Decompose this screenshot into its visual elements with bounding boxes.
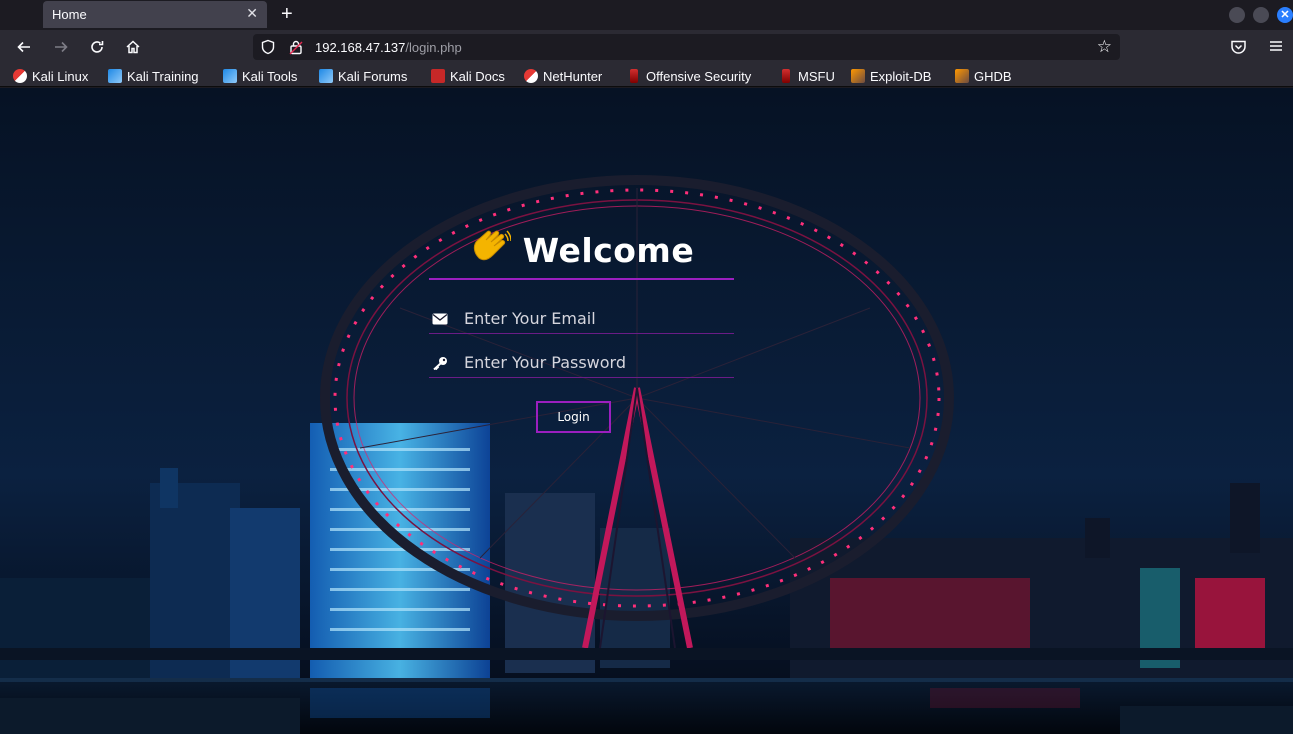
bookmark-msfu[interactable]: MSFU <box>779 67 835 85</box>
tracking-protection-shield-icon[interactable] <box>261 39 275 55</box>
tab-strip: Home ✕ + ✕ <box>0 0 1293 30</box>
url-bar[interactable]: 192.168.47.137/login.php ☆ <box>253 34 1120 60</box>
tab-close-icon[interactable]: ✕ <box>246 5 258 21</box>
bookmark-label: Offensive Security <box>646 68 752 84</box>
heading-divider <box>429 278 734 280</box>
waving-hand-icon <box>469 228 512 273</box>
back-button[interactable] <box>13 36 35 58</box>
bookmark-kali-docs[interactable]: Kali Docs <box>431 67 505 85</box>
kali-tools-icon <box>223 69 237 83</box>
msfu-icon <box>782 69 790 83</box>
ghdb-icon <box>955 69 969 83</box>
bookmarks-toolbar: Kali Linux Kali Training Kali Tools Kali… <box>0 64 1293 87</box>
bookmark-kali-forums[interactable]: Kali Forums <box>319 67 407 85</box>
email-input[interactable] <box>464 306 729 330</box>
bookmark-label: Kali Docs <box>450 68 505 84</box>
bookmark-label: Kali Tools <box>242 68 298 84</box>
reload-button[interactable] <box>86 36 108 58</box>
window-close-button[interactable]: ✕ <box>1277 7 1293 23</box>
pocket-icon[interactable] <box>1230 39 1247 55</box>
bookmark-offensive-security[interactable]: Offensive Security <box>627 67 751 85</box>
bookmark-kali-linux[interactable]: Kali Linux <box>13 67 88 85</box>
bookmark-label: Exploit-DB <box>870 68 932 84</box>
forward-button[interactable] <box>50 36 72 58</box>
bookmark-kali-tools[interactable]: Kali Tools <box>223 67 297 85</box>
password-field <box>429 348 734 378</box>
email-field <box>429 304 734 334</box>
kali-forums-icon <box>319 69 333 83</box>
bookmark-kali-training[interactable]: Kali Training <box>108 67 199 85</box>
login-form: Welcome Login <box>429 228 734 433</box>
bookmark-label: Kali Forums <box>338 68 408 84</box>
bookmark-label: NetHunter <box>543 68 603 84</box>
exploit-db-icon <box>851 69 865 83</box>
bookmark-exploit-db[interactable]: Exploit-DB <box>851 67 931 85</box>
home-button[interactable] <box>122 36 144 58</box>
back-arrow-icon <box>17 41 30 53</box>
new-tab-button[interactable]: + <box>281 3 293 25</box>
kali-training-icon <box>108 69 122 83</box>
tab-title: Home <box>52 7 87 22</box>
password-input[interactable] <box>464 350 729 374</box>
navigation-toolbar: 192.168.47.137/login.php ☆ <box>0 30 1293 64</box>
url-host: 192.168.47.137 <box>315 40 406 55</box>
window-minimize-button[interactable] <box>1229 7 1245 23</box>
page-viewport: Welcome Login <box>0 88 1293 734</box>
hamburger-menu-icon[interactable] <box>1268 38 1284 54</box>
page-title: Welcome <box>522 230 695 270</box>
london-eye-night-background <box>0 88 1293 734</box>
key-icon <box>433 357 447 370</box>
home-icon <box>126 40 140 54</box>
bookmark-ghdb[interactable]: GHDB <box>955 67 1012 85</box>
insecure-lock-icon[interactable] <box>289 39 303 55</box>
nethunter-icon <box>524 69 538 83</box>
welcome-heading: Welcome <box>429 228 734 272</box>
kali-docs-icon <box>431 69 445 83</box>
bookmark-label: MSFU <box>798 68 835 84</box>
window-maximize-button[interactable] <box>1253 7 1269 23</box>
reload-icon <box>91 41 104 53</box>
login-button[interactable]: Login <box>536 401 611 433</box>
url-path: /login.php <box>405 40 462 55</box>
envelope-icon <box>432 313 448 325</box>
bookmark-label: GHDB <box>974 68 1012 84</box>
url-text[interactable]: 192.168.47.137/login.php <box>315 40 462 55</box>
tab-home[interactable]: Home ✕ <box>43 1 267 28</box>
offsec-icon <box>630 69 638 83</box>
kali-dragon-icon <box>13 69 27 83</box>
bookmark-nethunter[interactable]: NetHunter <box>524 67 602 85</box>
forward-arrow-icon <box>55 41 68 53</box>
bookmark-label: Kali Training <box>127 68 199 84</box>
bookmark-star-icon[interactable]: ☆ <box>1097 37 1112 57</box>
bookmark-label: Kali Linux <box>32 68 89 84</box>
